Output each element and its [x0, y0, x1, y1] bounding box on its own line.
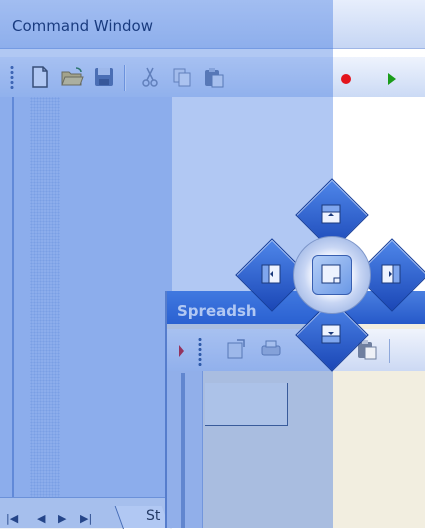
next-page-icon[interactable]: ▶	[58, 512, 66, 525]
open-folder-icon[interactable]	[60, 65, 84, 89]
spreadsheet-splitter[interactable]	[181, 373, 185, 528]
record-icon[interactable]	[334, 65, 358, 89]
save-icon[interactable]	[92, 65, 116, 89]
dock-top-icon	[321, 204, 341, 224]
dock-right-icon	[381, 264, 401, 284]
first-page-icon[interactable]: |◀	[6, 512, 18, 525]
toolbar-separator	[124, 65, 125, 91]
spreadsheet-row-rail	[167, 371, 203, 528]
cut-icon[interactable]	[138, 65, 162, 89]
toolbar-gripper[interactable]	[10, 65, 14, 91]
panel-splitter[interactable]	[12, 97, 14, 497]
sheet-tab[interactable]	[114, 506, 170, 529]
sheet-tab-label: St	[146, 508, 161, 524]
dock-guide	[235, 178, 425, 372]
panel-gripper[interactable]	[30, 97, 60, 497]
toolbar-overflow-icon[interactable]	[179, 345, 184, 357]
copy-icon[interactable]	[170, 65, 194, 89]
spreadsheet-cell[interactable]	[205, 383, 288, 426]
sheet-tab-bar: |◀ ◀ ▶ ▶| St	[0, 497, 172, 529]
left-dock-panel	[0, 97, 172, 497]
dock-left-icon	[261, 264, 281, 284]
play-icon[interactable]	[380, 65, 404, 89]
paste-icon[interactable]	[202, 65, 226, 89]
dock-bottom-icon	[321, 324, 341, 344]
dock-center-icon	[321, 264, 341, 284]
new-document-icon[interactable]	[28, 65, 52, 89]
main-toolbar	[0, 56, 425, 98]
window-title: Command Window	[12, 17, 154, 35]
previous-page-icon[interactable]: ◀	[37, 512, 45, 525]
command-window-titlebar[interactable]: Command Window	[0, 0, 425, 49]
spreadsheet-toolbar-gripper[interactable]	[198, 337, 202, 367]
last-page-icon[interactable]: ▶|	[80, 512, 92, 525]
